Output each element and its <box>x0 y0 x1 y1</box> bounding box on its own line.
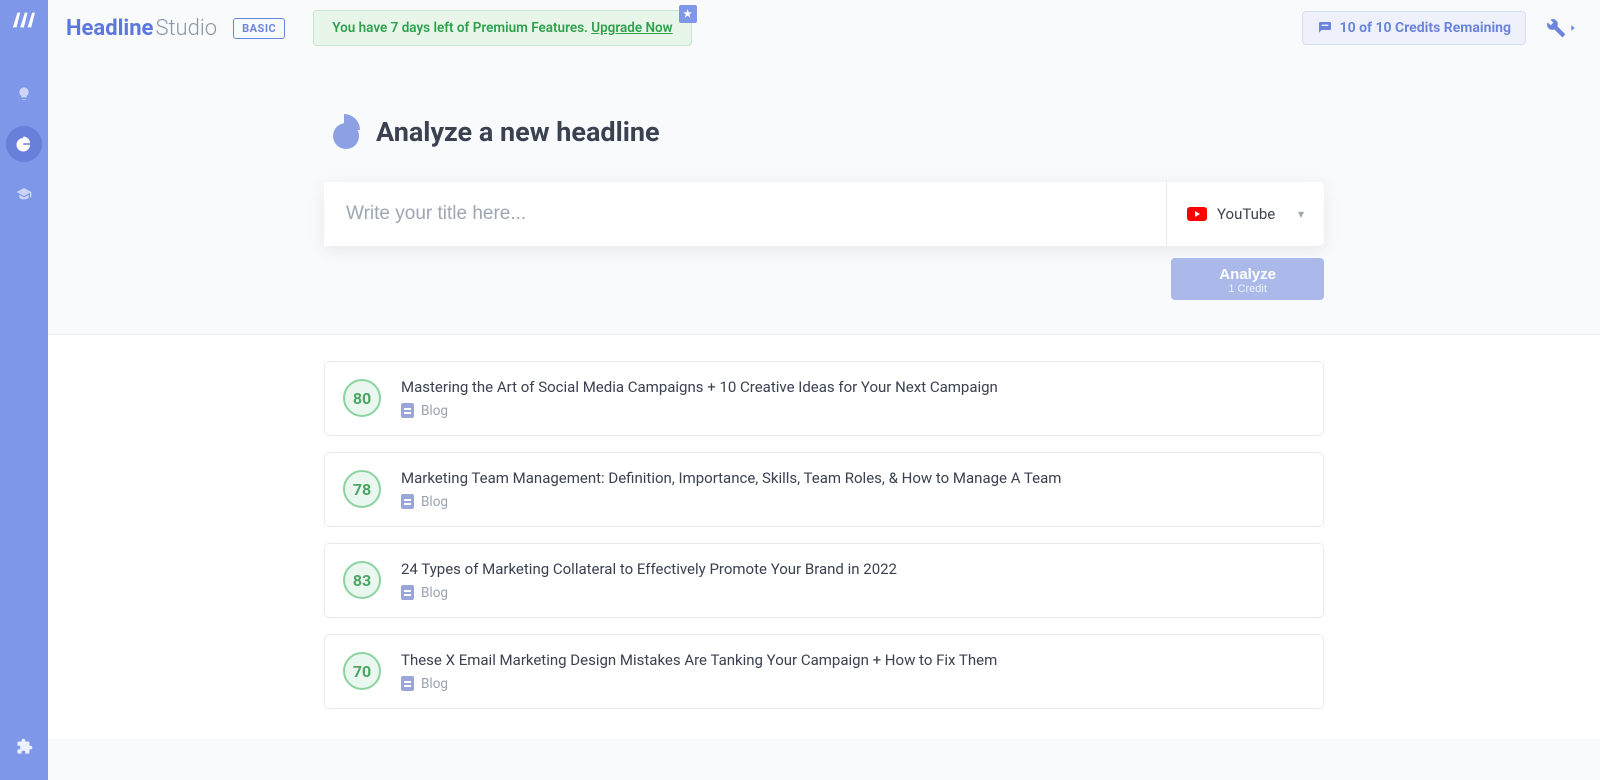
analyze-button-label: Analyze <box>1219 266 1276 283</box>
history-item-type: Blog <box>421 403 448 419</box>
sidebar-item-extension[interactable] <box>6 728 42 764</box>
headline-input[interactable] <box>324 182 1166 246</box>
headline-input-card: YouTube ▾ <box>324 182 1324 246</box>
document-icon <box>401 676 414 691</box>
history-item[interactable]: 70 These X Email Marketing Design Mistak… <box>324 634 1324 709</box>
plan-badge: BASIC <box>233 18 285 39</box>
credits-text: 10 of 10 Credits Remaining <box>1340 20 1511 36</box>
sidebar-item-ideas[interactable] <box>6 76 42 112</box>
document-icon <box>401 585 414 600</box>
sidebar-item-learn[interactable] <box>6 176 42 212</box>
platform-selector[interactable]: YouTube ▾ <box>1166 182 1324 246</box>
history-item-type: Blog <box>421 494 448 510</box>
sidebar-item-analyze[interactable] <box>6 126 42 162</box>
history-item-meta: Blog <box>401 494 1061 510</box>
hero-title-row: Analyze a new headline <box>324 114 1324 150</box>
credits-remaining[interactable]: 10 of 10 Credits Remaining <box>1302 11 1526 45</box>
pie-chart-icon <box>324 114 360 150</box>
page-title: Analyze a new headline <box>376 116 660 148</box>
history-item-meta: Blog <box>401 403 998 419</box>
history-item-title: 24 Types of Marketing Collateral to Effe… <box>401 560 897 578</box>
analyze-button-cost: 1 Credit <box>1228 283 1267 296</box>
history-item-type: Blog <box>421 676 448 692</box>
bookmark-icon: ★ <box>679 5 697 23</box>
score-badge: 70 <box>343 652 381 690</box>
brand-name-strong: Headline <box>66 16 153 41</box>
history-item-body: 24 Types of Marketing Collateral to Effe… <box>401 560 897 601</box>
score-badge: 80 <box>343 379 381 417</box>
score-badge: 83 <box>343 561 381 599</box>
premium-banner: You have 7 days left of Premium Features… <box>313 10 691 46</box>
graduation-cap-icon <box>16 186 32 202</box>
credits-icon <box>1317 20 1333 36</box>
app-logo[interactable] <box>10 8 38 36</box>
history-item-meta: Blog <box>401 585 897 601</box>
pie-chart-icon <box>15 135 33 153</box>
puzzle-icon <box>16 738 33 755</box>
headline-history: 80 Mastering the Art of Social Media Cam… <box>48 335 1600 739</box>
wrench-icon <box>1546 18 1566 38</box>
header-bar: HeadlineStudio BASIC You have 7 days lef… <box>48 0 1600 56</box>
history-item-meta: Blog <box>401 676 997 692</box>
premium-banner-text: You have 7 days left of Premium Features… <box>332 20 591 36</box>
history-item-body: Marketing Team Management: Definition, I… <box>401 469 1061 510</box>
tools-menu[interactable] <box>1536 18 1582 38</box>
youtube-icon <box>1187 207 1207 221</box>
chevron-down-icon: ▾ <box>1298 207 1304 221</box>
lightbulb-icon <box>16 86 32 102</box>
brand: HeadlineStudio <box>66 16 217 41</box>
history-item[interactable]: 83 24 Types of Marketing Collateral to E… <box>324 543 1324 618</box>
analyze-hero: Analyze a new headline YouTube ▾ Analyze… <box>48 56 1600 335</box>
history-item-body: These X Email Marketing Design Mistakes … <box>401 651 997 692</box>
history-item[interactable]: 78 Marketing Team Management: Definition… <box>324 452 1324 527</box>
history-item-title: These X Email Marketing Design Mistakes … <box>401 651 997 669</box>
history-item[interactable]: 80 Mastering the Art of Social Media Cam… <box>324 361 1324 436</box>
document-icon <box>401 403 414 418</box>
score-badge: 78 <box>343 470 381 508</box>
document-icon <box>401 494 414 509</box>
chevron-right-icon <box>1568 23 1578 33</box>
main-content: HeadlineStudio BASIC You have 7 days lef… <box>48 0 1600 780</box>
upgrade-link[interactable]: Upgrade Now <box>591 20 672 36</box>
analyze-button[interactable]: Analyze 1 Credit <box>1171 258 1324 300</box>
history-item-body: Mastering the Art of Social Media Campai… <box>401 378 998 419</box>
brand-name-light: Studio <box>155 16 217 41</box>
platform-label: YouTube <box>1217 205 1275 223</box>
sidebar <box>0 0 48 780</box>
history-item-type: Blog <box>421 585 448 601</box>
history-item-title: Mastering the Art of Social Media Campai… <box>401 378 998 396</box>
logo-icon <box>11 9 37 35</box>
history-item-title: Marketing Team Management: Definition, I… <box>401 469 1061 487</box>
